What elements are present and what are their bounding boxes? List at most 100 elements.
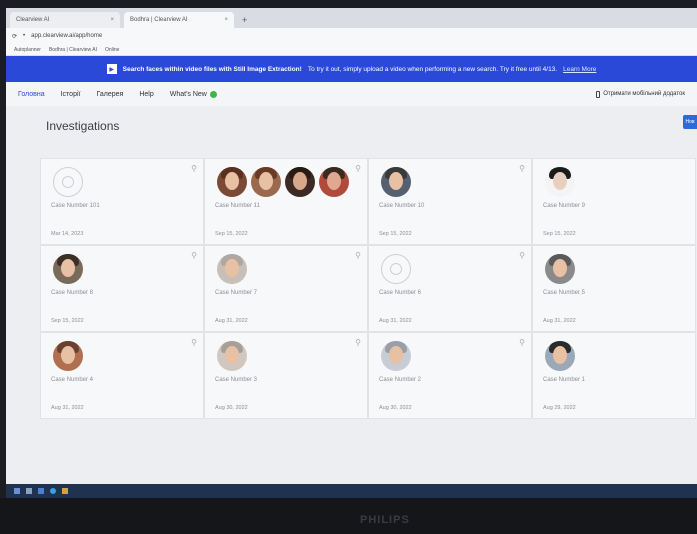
- case-date: Aug 31, 2022: [215, 318, 248, 324]
- case-number: Case Number 8: [51, 290, 94, 296]
- avatar-group: [217, 254, 247, 284]
- case-date: Aug 31, 2022: [379, 318, 412, 324]
- avatar: [217, 167, 247, 197]
- task-view-icon[interactable]: [38, 488, 44, 494]
- investigation-card[interactable]: ⚲ Case Number 2 Aug 30, 2022: [368, 332, 532, 419]
- browser-tab-active[interactable]: Bodhra | Clearview AI ×: [124, 12, 234, 28]
- os-taskbar: [6, 484, 697, 498]
- case-date: Aug 31, 2022: [543, 318, 576, 324]
- banner-text: To try it out, simply upload a video whe…: [307, 65, 558, 73]
- pin-icon[interactable]: ⚲: [191, 164, 197, 173]
- tab-title: Bodhra | Clearview AI: [130, 17, 188, 23]
- avatar: [53, 254, 83, 284]
- case-number: Case Number 6: [379, 290, 422, 296]
- search-icon[interactable]: [26, 488, 32, 494]
- lock-icon: •: [23, 33, 26, 39]
- start-icon[interactable]: [14, 488, 20, 494]
- case-date: Aug 30, 2022: [379, 405, 412, 411]
- case-number: Case Number 4: [51, 377, 94, 383]
- get-mobile-app-link[interactable]: Отримати мобільний додаток: [596, 90, 685, 98]
- investigation-card[interactable]: Case Number 5 Aug 31, 2022: [532, 245, 696, 332]
- edge-icon[interactable]: [50, 488, 56, 494]
- placeholder-avatar-icon: [381, 254, 411, 284]
- case-date: Aug 31, 2022: [51, 405, 84, 411]
- investigation-card[interactable]: ⚲ Case Number 7 Aug 31, 2022: [204, 245, 368, 332]
- phone-icon: [596, 90, 601, 98]
- investigation-card[interactable]: ⚲ Case Number 101 Mar 14, 2023: [40, 158, 204, 245]
- investigation-card[interactable]: ⚲ Case Number 11 Sep 15, 2022: [204, 158, 368, 245]
- nav-history[interactable]: Історії: [61, 91, 81, 98]
- main-nav: Головна Історії Галерея Help What's New …: [6, 82, 697, 106]
- pin-icon[interactable]: ⚲: [519, 164, 525, 173]
- page-title: Investigations: [46, 119, 120, 133]
- avatar-group: [53, 341, 83, 371]
- folder-icon[interactable]: [62, 488, 68, 494]
- avatar-group: [545, 341, 575, 371]
- nav-whats-new[interactable]: What's New: [169, 90, 217, 98]
- banner-headline: Search faces within video files with Sti…: [122, 65, 302, 73]
- case-number: Case Number 10: [379, 203, 425, 209]
- avatar: [53, 341, 83, 371]
- bookmarks-bar: Autoplanner Bodhra | Clearview AI Online: [6, 44, 697, 56]
- case-date: Aug 29, 2022: [543, 405, 576, 411]
- investigation-card[interactable]: ⚲ Case Number 8 Sep 15, 2022: [40, 245, 204, 332]
- new-badge-icon: [209, 90, 217, 98]
- case-date: Mar 14, 2023: [51, 231, 84, 237]
- investigation-card[interactable]: ⚲ Case Number 4 Aug 31, 2022: [40, 332, 204, 419]
- browser-tab-bar: Clearview AI × Bodhra | Clearview AI × +: [6, 8, 697, 28]
- case-number: Case Number 1: [543, 377, 586, 383]
- avatar-group: [53, 254, 83, 284]
- close-icon[interactable]: ×: [110, 17, 114, 23]
- bookmark-item[interactable]: Autoplanner: [14, 47, 41, 53]
- investigation-card[interactable]: ⚲ Case Number 6 Aug 31, 2022: [368, 245, 532, 332]
- url-text: app.clearview.ai/app/home: [31, 33, 103, 39]
- avatar: [217, 341, 247, 371]
- pin-icon[interactable]: ⚲: [355, 164, 361, 173]
- avatar: [545, 254, 575, 284]
- tab-title: Clearview AI: [16, 17, 50, 23]
- pin-icon[interactable]: ⚲: [355, 251, 361, 260]
- nav-help[interactable]: Help: [139, 91, 153, 98]
- case-number: Case Number 5: [543, 290, 586, 296]
- whats-new-label: What's New: [169, 90, 207, 98]
- avatar: [381, 167, 411, 197]
- case-number: Case Number 2: [379, 377, 422, 383]
- learn-more-link[interactable]: Learn More: [563, 66, 596, 73]
- address-bar[interactable]: ⟳ • app.clearview.ai/app/home: [6, 28, 697, 44]
- pin-icon[interactable]: ⚲: [355, 338, 361, 347]
- pin-icon[interactable]: ⚲: [519, 251, 525, 260]
- case-number: Case Number 11: [215, 203, 260, 209]
- avatar-group: [381, 341, 411, 371]
- new-tab-icon[interactable]: +: [242, 15, 247, 25]
- nav-gallery[interactable]: Галерея: [96, 91, 123, 98]
- investigation-card[interactable]: ⚲ Case Number 3 Aug 30, 2022: [204, 332, 368, 419]
- bookmark-item[interactable]: Online: [105, 47, 119, 53]
- mobile-label: Отримати мобільний додаток: [603, 91, 685, 97]
- case-date: Sep 15, 2022: [543, 231, 576, 237]
- new-investigation-button[interactable]: Нов: [683, 115, 697, 129]
- case-date: Aug 30, 2022: [215, 405, 248, 411]
- promo-banner: ▶ Search faces within video files with S…: [6, 56, 697, 82]
- pin-icon[interactable]: ⚲: [191, 338, 197, 347]
- avatar: [545, 341, 575, 371]
- avatar: [285, 167, 315, 197]
- investigation-card[interactable]: Case Number 1 Aug 29, 2022: [532, 332, 696, 419]
- avatar: [381, 341, 411, 371]
- browser-tab[interactable]: Clearview AI ×: [10, 12, 120, 28]
- bookmark-item[interactable]: Bodhra | Clearview AI: [49, 47, 97, 53]
- investigation-card[interactable]: ⚲ Case Number 10 Sep 15, 2022: [368, 158, 532, 245]
- avatar-group: [217, 167, 349, 197]
- avatar: [251, 167, 281, 197]
- pin-icon[interactable]: ⚲: [519, 338, 525, 347]
- page-header: Investigations Нов: [6, 106, 697, 144]
- case-number: Case Number 9: [543, 203, 586, 209]
- investigation-card[interactable]: Case Number 9 Sep 15, 2022: [532, 158, 696, 245]
- monitor-brand-logo: PHILIPS: [360, 514, 410, 526]
- avatar-group: [545, 167, 575, 197]
- pin-icon[interactable]: ⚲: [191, 251, 197, 260]
- close-icon[interactable]: ×: [224, 17, 228, 23]
- reload-icon[interactable]: ⟳: [12, 33, 17, 40]
- avatar: [319, 167, 349, 197]
- avatar-group: [217, 341, 247, 371]
- nav-home[interactable]: Головна: [18, 91, 45, 98]
